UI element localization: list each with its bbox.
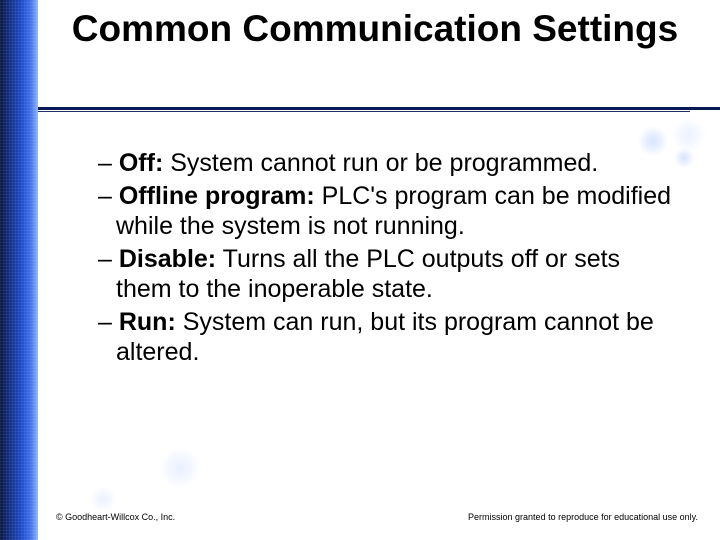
term: Run: [119,308,176,336]
description: System cannot run or be programmed. [163,149,598,177]
title-underline [38,107,720,110]
decorative-side-band [0,0,38,540]
list-item: – Offline program: PLC's program can be … [98,181,680,242]
permission-notice: Permission granted to reproduce for educ… [468,512,698,522]
list-item: – Off: System cannot run or be programme… [98,148,680,179]
term: Off: [119,149,163,177]
bullet-dash: – [98,245,119,273]
bullet-dash: – [98,308,119,336]
bullet-list: – Off: System cannot run or be programme… [98,148,680,370]
bullet-dash: – [98,149,119,177]
list-item: – Run: System can run, but its program c… [98,307,680,368]
bullet-dash: – [98,182,119,210]
term: Offline program: [119,182,315,210]
slide: Common Communication Settings – Off: Sys… [0,0,720,540]
slide-title: Common Communication Settings [50,8,700,49]
term: Disable: [119,245,216,273]
decorative-dot-icon [90,486,116,512]
decorative-dot-icon [160,448,200,488]
copyright: © Goodheart-Willcox Co., Inc. [56,512,175,522]
decorative-dot-icon [672,118,706,152]
list-item: – Disable: Turns all the PLC outputs off… [98,244,680,305]
description: System can run, but its program cannot b… [116,308,654,367]
